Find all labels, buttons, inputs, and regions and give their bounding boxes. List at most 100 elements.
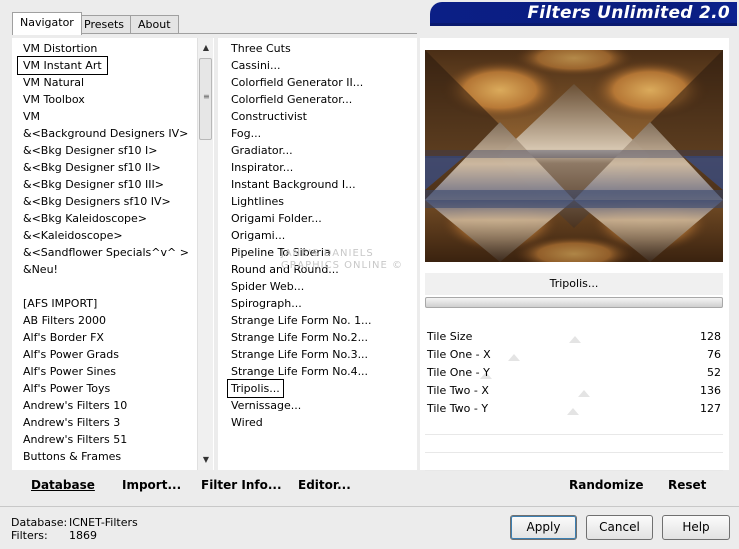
parameter-label: Tile One - Y (427, 366, 490, 379)
category-item[interactable]: Andrew's Filters 3 (23, 414, 120, 431)
filter-item[interactable]: Strange Life Form No.2... (231, 329, 368, 346)
filter-item[interactable]: Colorfield Generator II... (231, 74, 363, 91)
filter-item[interactable]: Origami Folder... (231, 210, 322, 227)
category-item[interactable]: AB Filters 2000 (23, 312, 106, 329)
filter-item[interactable]: Origami... (231, 227, 285, 244)
randomize-button[interactable]: Randomize (569, 478, 643, 492)
slider-marker-icon[interactable] (567, 408, 579, 415)
category-item[interactable]: VM Natural (23, 74, 84, 91)
progress-bar (425, 297, 723, 308)
parameter-label: Tile One - X (427, 348, 491, 361)
category-item[interactable]: Andrew's Filters 51 (23, 431, 127, 448)
tab-presets[interactable]: Presets (76, 15, 133, 34)
scrollbar-thumb[interactable]: ≡ (199, 58, 212, 140)
category-item[interactable]: &<Bkg Designer sf10 II> (23, 159, 161, 176)
filter-info-button[interactable]: Filter Info... (201, 478, 282, 492)
scroll-down-arrow-icon[interactable]: ▼ (198, 452, 214, 468)
filter-item[interactable]: Three Cuts (231, 40, 291, 57)
parameter-row[interactable]: Tile Size 128 (425, 328, 723, 346)
filter-item[interactable]: Vernissage... (231, 397, 301, 414)
filters-count-label: Filters: (11, 529, 48, 542)
parameter-row[interactable]: Tile One - X 76 (425, 346, 723, 364)
watermark-line-1: JANE'S DANIELS (281, 248, 374, 259)
category-item[interactable]: VM Distortion (23, 40, 97, 57)
import-button[interactable]: Import... (122, 478, 181, 492)
parameter-value: 52 (707, 366, 721, 379)
tab-about[interactable]: About (130, 15, 179, 34)
category-item[interactable]: VM Toolbox (23, 91, 85, 108)
filters-count-value: 1869 (69, 529, 97, 542)
empty-parameter-row (425, 470, 723, 471)
category-item[interactable]: &Neu! (23, 261, 58, 278)
parameter-label: Tile Size (427, 330, 473, 343)
category-item[interactable]: &<Background Designers IV> (23, 125, 188, 142)
category-item[interactable]: &<Sandflower Specials^v^ > (23, 244, 189, 261)
filter-item[interactable]: Strange Life Form No. 1... (231, 312, 372, 329)
empty-parameter-row (425, 452, 723, 453)
parameter-value: 136 (700, 384, 721, 397)
category-item[interactable]: [AFS IMPORT] (23, 295, 97, 312)
database-button[interactable]: Database (31, 478, 95, 492)
title-banner: Filters Unlimited 2.0 (430, 2, 737, 26)
tab-navigator[interactable]: Navigator (12, 12, 82, 35)
filter-item[interactable]: Strange Life Form No.3... (231, 346, 368, 363)
grip-icon: ≡ (203, 92, 210, 101)
category-scrollbar[interactable]: ▲ ≡ ▼ (197, 38, 213, 470)
filter-item[interactable]: Gradiator... (231, 142, 293, 159)
database-info-label: Database: (11, 516, 68, 529)
window-title: Filters Unlimited 2.0 (527, 3, 730, 23)
slider-marker-icon[interactable] (569, 336, 581, 343)
category-item[interactable]: Alf's Power Toys (23, 380, 110, 397)
category-item[interactable]: &<Bkg Designers sf10 IV> (23, 193, 171, 210)
filter-item[interactable]: Instant Background I... (231, 176, 356, 193)
database-info-value: ICNET-Filters (69, 516, 138, 529)
editor-button[interactable]: Editor... (298, 478, 351, 492)
filter-item[interactable]: Cassini... (231, 57, 280, 74)
parameter-value: 127 (700, 402, 721, 415)
category-item[interactable]: Alf's Power Grads (23, 346, 119, 363)
filter-item[interactable]: Fog... (231, 125, 261, 142)
filter-item[interactable]: Tripolis... (227, 379, 284, 398)
filter-item[interactable]: Constructivist (231, 108, 307, 125)
filter-item[interactable]: Inspirator... (231, 159, 293, 176)
category-item[interactable]: Alf's Power Sines (23, 363, 116, 380)
filter-name-display: Tripolis... (425, 273, 723, 295)
database-label: Database (31, 478, 95, 492)
tripolis-preview-graphic (425, 50, 723, 262)
parameter-label: Tile Two - Y (427, 402, 489, 415)
scroll-up-arrow-icon[interactable]: ▲ (198, 40, 214, 56)
reset-button[interactable]: Reset (668, 478, 706, 492)
filter-item[interactable]: Colorfield Generator... (231, 91, 352, 108)
filter-item[interactable]: Wired (231, 414, 263, 431)
filter-item[interactable]: Spider Web... (231, 278, 304, 295)
parameter-value: 128 (700, 330, 721, 343)
category-item[interactable]: VM (23, 108, 40, 125)
category-item[interactable]: &<Kaleidoscope> (23, 227, 123, 244)
slider-marker-icon[interactable] (508, 354, 520, 361)
parameter-row[interactable]: Tile Two - X 136 (425, 382, 723, 400)
apply-button[interactable]: Apply (510, 515, 577, 540)
parameter-value: 76 (707, 348, 721, 361)
help-button[interactable]: Help (662, 515, 730, 540)
category-item[interactable]: VM Instant Art (17, 56, 108, 75)
category-item[interactable]: Andrew's Filters 10 (23, 397, 127, 414)
category-item[interactable]: Alf's Border FX (23, 329, 104, 346)
category-item[interactable]: &<Bkg Kaleidoscope> (23, 210, 147, 227)
slider-marker-icon[interactable] (578, 390, 590, 397)
category-item[interactable]: &<Bkg Designer sf10 I> (23, 142, 158, 159)
watermark-line-2: GRAPHICS ONLINE © (281, 260, 403, 271)
parameter-row[interactable]: Tile Two - Y 127 (425, 400, 723, 418)
category-item[interactable]: &<Bkg Designer sf10 III> (23, 176, 164, 193)
filter-item[interactable]: Strange Life Form No.4... (231, 363, 368, 380)
parameter-row[interactable]: Tile One - Y 52 (425, 364, 723, 382)
preview-image (425, 50, 723, 262)
filter-item[interactable]: Spirograph... (231, 295, 302, 312)
divider (0, 506, 739, 507)
category-item[interactable]: Buttons & Frames (23, 448, 121, 465)
parameter-label: Tile Two - X (427, 384, 489, 397)
cancel-button[interactable]: Cancel (586, 515, 653, 540)
filter-item[interactable]: Lightlines (231, 193, 284, 210)
empty-parameter-row (425, 434, 723, 435)
watermark: JANE'S DANIELS GRAPHICS ONLINE © (281, 248, 403, 272)
category-list[interactable]: VM Distortion VM Instant Art VM Natural VM … (12, 38, 214, 470)
